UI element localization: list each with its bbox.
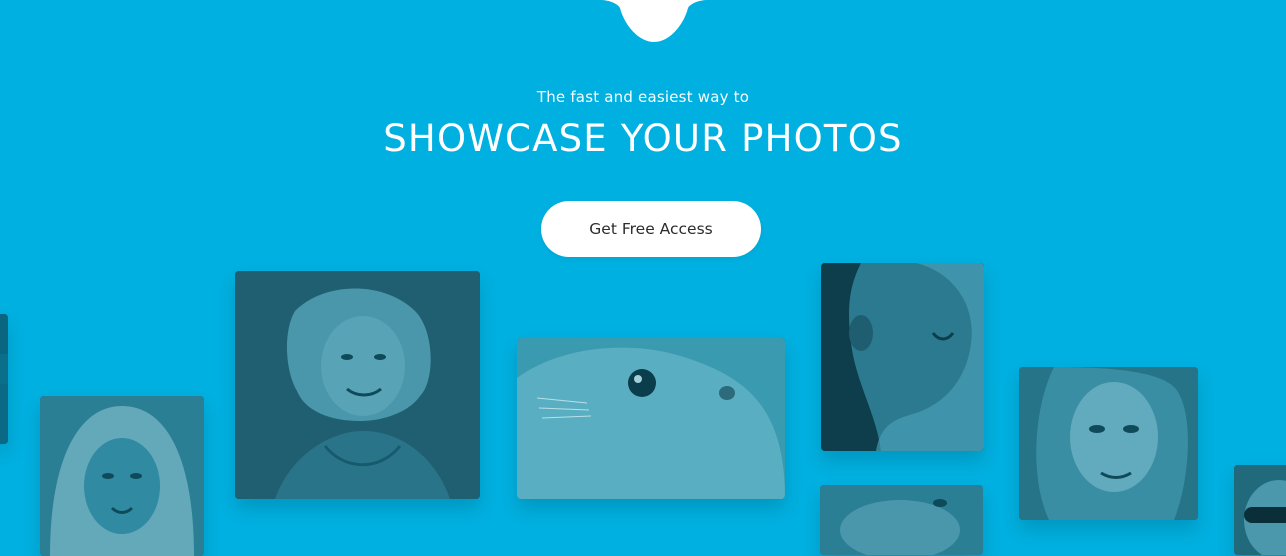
- logo-blob: [600, 0, 708, 42]
- headline: SHOWCASE YOUR PHOTOS: [383, 117, 903, 160]
- hero-section: The fast and easiest way to SHOWCASE YOU…: [0, 0, 1286, 556]
- tagline: The fast and easiest way to: [536, 88, 750, 106]
- smiling-woman-curly-hair-photo[interactable]: [235, 271, 480, 499]
- woman-long-hair-photo[interactable]: [1019, 367, 1198, 520]
- animal-partial-photo[interactable]: [820, 485, 983, 555]
- woman-side-profile-photo[interactable]: [821, 263, 984, 451]
- partial-photo-left-edge[interactable]: [0, 314, 8, 444]
- person-with-sunglasses-photo[interactable]: [1234, 465, 1286, 555]
- seal-closeup-photo[interactable]: [517, 338, 785, 499]
- get-free-access-button[interactable]: Get Free Access: [541, 201, 761, 257]
- woman-in-knit-hood-photo[interactable]: [40, 396, 204, 556]
